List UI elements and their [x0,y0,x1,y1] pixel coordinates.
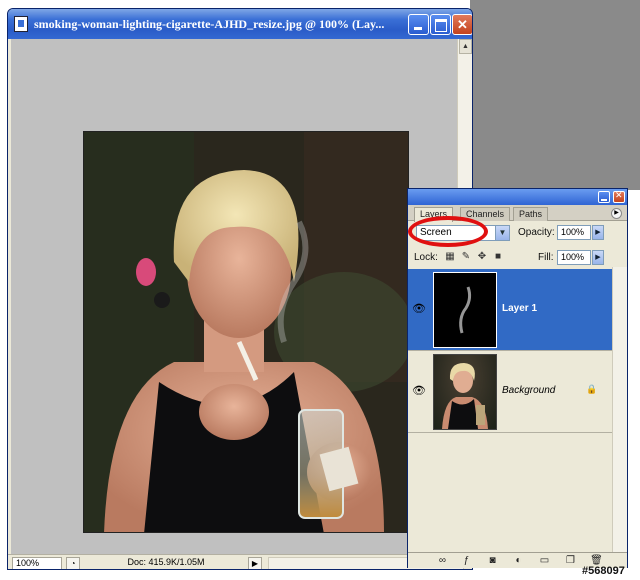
photo-image [84,132,408,532]
folder-icon[interactable]: ▭ [538,555,551,567]
smoke-thumbnail-icon [459,286,472,334]
chain-icon[interactable]: ∞ [436,555,449,567]
opacity-field[interactable]: 100% [557,225,591,240]
move-icon[interactable]: ✥ [476,251,488,263]
panel-menu-icon[interactable]: ▶ [611,208,622,219]
panel-close-button[interactable] [613,190,625,203]
document-titlebar[interactable]: smoking-woman-lighting-cigarette-AJHD_re… [8,9,472,39]
new-layer-icon[interactable]: ❐ [564,555,577,567]
layer-row-background[interactable]: 👁 Background 🔒 [408,351,612,433]
lock-label: Lock: [414,252,438,263]
lock-icon: 🔒 [586,384,598,394]
zoom-level-field[interactable]: 100% [12,557,62,569]
mask-icon[interactable]: ◙ [486,555,499,567]
adjustment-icon[interactable]: ◐ [512,555,525,567]
annotation-circle [408,216,488,247]
lock-transparency-icon[interactable]: ▦ [444,251,456,263]
lock-icon[interactable]: ■ [492,251,504,263]
opacity-label: Opacity: [518,227,555,238]
document-window[interactable]: smoking-woman-lighting-cigarette-AJHD_re… [7,8,473,570]
close-button[interactable] [452,14,472,35]
panel-scrollbar[interactable] [612,267,627,553]
watermark: #568097 [582,565,625,577]
layer-name: Layer 1 [502,303,538,314]
doc-size-info: Doc: 415.9K/1.05M [127,557,205,567]
fill-arrow-icon[interactable]: ▶ [592,250,604,265]
layers-panel[interactable]: Layers Channels Paths ▶ Screen ▼ Opacity… [407,188,628,568]
opacity-arrow-icon[interactable]: ▶ [592,225,604,240]
workspace-background [470,0,640,190]
fill-field[interactable]: 100% [557,250,591,265]
eye-icon[interactable]: 👁 [412,303,426,315]
photo-canvas[interactable] [83,131,409,533]
layer-1-thumbnail [433,272,497,348]
minimize-button[interactable] [408,14,429,35]
eye-icon[interactable]: 👁 [412,385,426,397]
maximize-button[interactable] [430,14,451,35]
document-title: smoking-woman-lighting-cigarette-AJHD_re… [34,17,385,31]
fill-label: Fill: [538,252,554,263]
canvas-area[interactable] [11,39,457,554]
panel-titlebar[interactable] [408,189,627,205]
chevron-down-icon[interactable]: ▼ [495,225,510,241]
clock-icon[interactable]: ◔ [66,557,80,569]
photo-thumbnail-icon [442,363,488,429]
fx-icon[interactable]: ƒ [460,555,473,567]
status-bar: 100% ◔ Doc: 415.9K/1.05M ▶ [8,554,472,569]
document-icon [14,16,28,32]
status-menu-arrow-icon[interactable]: ▶ [248,557,262,569]
brush-icon[interactable]: ✎ [460,251,472,263]
layer-row-layer-1[interactable]: 👁 Layer 1 [408,269,612,351]
panel-minimize-button[interactable] [598,191,610,203]
tab-paths[interactable]: Paths [513,207,549,221]
desktop: smoking-woman-lighting-cigarette-AJHD_re… [0,0,640,580]
background-thumbnail [433,354,497,430]
scroll-up-icon[interactable]: ▲ [459,39,472,54]
layer-name: Background [502,385,556,396]
